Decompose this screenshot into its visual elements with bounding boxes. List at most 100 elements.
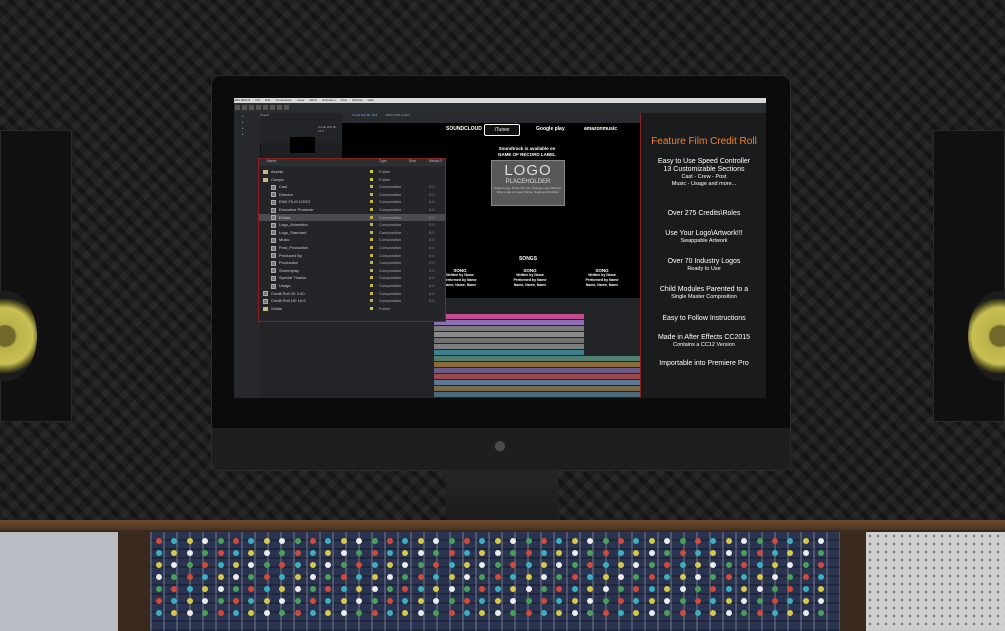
- logo-placeholder[interactable]: LOGO PLACEHOLDER Select Logo, Press Ctrl…: [491, 160, 565, 206]
- hand-tool-icon[interactable]: [242, 105, 247, 110]
- layer-duration-bar[interactable]: [434, 326, 584, 331]
- menu-item[interactable]: After Effects: [234, 98, 250, 102]
- label-color-swatch[interactable]: [370, 284, 373, 287]
- label-color-swatch[interactable]: [370, 268, 373, 272]
- menu-item[interactable]: Animation: [322, 98, 335, 102]
- layer-duration-bar[interactable]: [434, 368, 640, 373]
- console-knob: [479, 550, 486, 556]
- col-size[interactable]: Size: [409, 159, 416, 163]
- project-item[interactable]: Cast Composition 0:0: [259, 183, 445, 191]
- layer-duration-bar[interactable]: [434, 374, 640, 379]
- timeline-layer[interactable]: [260, 332, 460, 337]
- label-color-swatch[interactable]: [370, 261, 373, 265]
- zoom-tool-icon[interactable]: [249, 105, 254, 110]
- timeline-layer[interactable]: [260, 380, 460, 385]
- menu-item[interactable]: Help: [368, 98, 374, 102]
- timeline-layer[interactable]: [260, 392, 460, 397]
- console-knob: [787, 610, 794, 616]
- item-type: Composition: [379, 214, 402, 220]
- label-color-swatch[interactable]: [370, 253, 373, 257]
- project-item[interactable]: Extras Composition 0:0: [259, 213, 445, 222]
- label-color-swatch[interactable]: [370, 246, 373, 249]
- label-color-swatch[interactable]: [370, 177, 373, 181]
- project-item[interactable]: Credit Roll 2K 2:40 Composition 0:0: [259, 290, 445, 298]
- layer-duration-bar[interactable]: [434, 380, 640, 385]
- project-item[interactable]: Production Composition 0:0: [259, 259, 445, 267]
- comp-tab-bar: Credit Roll 8K 16:9 END FILM LOGO: [342, 113, 640, 123]
- project-item[interactable]: Comps Folder: [259, 176, 445, 184]
- col-type[interactable]: Type: [379, 159, 387, 163]
- label-color-swatch[interactable]: [370, 208, 373, 211]
- rotate-tool-icon[interactable]: [256, 105, 261, 110]
- timeline-layer[interactable]: [260, 374, 460, 379]
- project-item[interactable]: Logo_Animation Composition 0:0: [259, 221, 445, 229]
- layer-duration-bar[interactable]: [434, 344, 584, 349]
- project-item[interactable]: Screenplay Composition 0:0: [259, 267, 445, 275]
- project-item[interactable]: Executive Producer Composition 0:0: [259, 206, 445, 214]
- layer-duration-bar[interactable]: [434, 332, 584, 337]
- menu-item[interactable]: Layer: [297, 98, 305, 102]
- label-color-swatch[interactable]: [370, 238, 373, 242]
- label-color-swatch[interactable]: [370, 185, 373, 189]
- project-item[interactable]: Produced By Composition 0:0: [259, 252, 445, 260]
- menu-item[interactable]: Window: [352, 98, 363, 102]
- project-item[interactable]: Credit Roll HD 16:9 Composition 0:0: [259, 297, 445, 305]
- project-item[interactable]: Director Composition 0:0: [259, 191, 445, 199]
- label-color-swatch[interactable]: [370, 291, 373, 295]
- console-knob: [818, 562, 825, 568]
- col-media[interactable]: Media D: [429, 159, 442, 163]
- label-color-swatch[interactable]: [370, 215, 373, 219]
- timeline-layer[interactable]: [260, 362, 460, 367]
- timeline-layer[interactable]: [260, 338, 460, 343]
- layer-duration-bar[interactable]: [434, 362, 640, 367]
- col-name[interactable]: Name: [267, 159, 276, 163]
- project-item[interactable]: Usage Composition 0:0: [259, 282, 445, 290]
- label-color-swatch[interactable]: [370, 192, 373, 196]
- pen-tool-icon[interactable]: [270, 105, 275, 110]
- panel-row[interactable]: ▸: [234, 131, 260, 137]
- project-item[interactable]: Logo_Standard Composition 0:0: [259, 229, 445, 237]
- song-credit-text: Written by Name: [588, 273, 616, 277]
- menu-item[interactable]: View: [340, 98, 346, 102]
- menu-item[interactable]: Effect: [310, 98, 318, 102]
- timeline-layer[interactable]: [260, 350, 460, 355]
- layer-duration-bar[interactable]: [434, 392, 640, 397]
- tab-credit-roll[interactable]: Credit Roll 8K 16:9: [352, 113, 377, 117]
- project-item[interactable]: Solids Folder: [259, 305, 445, 313]
- console-knob: [541, 550, 547, 556]
- console-knob: [310, 574, 316, 580]
- timeline-layer[interactable]: [260, 368, 460, 373]
- menu-item[interactable]: Edit: [265, 98, 270, 102]
- camera-tool-icon[interactable]: [263, 105, 268, 110]
- layer-duration-bar[interactable]: [434, 356, 640, 361]
- project-item[interactable]: Special Thanks Composition 0:0: [259, 274, 445, 282]
- label-color-swatch[interactable]: [370, 200, 373, 204]
- text-tool-icon[interactable]: [277, 105, 282, 110]
- item-duration: 0:0: [429, 260, 435, 266]
- label-color-swatch[interactable]: [370, 276, 373, 280]
- menu-item[interactable]: Composition: [275, 98, 292, 102]
- label-color-swatch[interactable]: [370, 223, 373, 227]
- layer-duration-bar[interactable]: [434, 386, 640, 391]
- project-item[interactable]: Assets Folder: [259, 168, 445, 176]
- timeline-layer[interactable]: [260, 386, 460, 391]
- timeline-layer[interactable]: [260, 356, 460, 361]
- layer-duration-bar[interactable]: [434, 338, 584, 343]
- label-color-swatch[interactable]: [370, 306, 373, 310]
- layer-duration-bar[interactable]: [434, 320, 584, 325]
- brush-tool-icon[interactable]: [284, 105, 289, 110]
- layer-duration-bar[interactable]: [434, 314, 584, 319]
- selection-tool-icon[interactable]: [235, 105, 240, 110]
- menu-item[interactable]: File: [255, 98, 260, 102]
- timeline-layer[interactable]: [260, 326, 460, 331]
- project-item[interactable]: Post_Production Composition 0:0: [259, 244, 445, 252]
- label-color-swatch[interactable]: [370, 170, 373, 173]
- item-type: Composition: [379, 260, 402, 266]
- label-color-swatch[interactable]: [370, 299, 373, 303]
- timeline-layer[interactable]: [260, 344, 460, 349]
- label-color-swatch[interactable]: [370, 230, 373, 234]
- project-item[interactable]: Music Composition 0:0: [259, 236, 445, 244]
- layer-duration-bar[interactable]: [434, 350, 584, 355]
- tab-end-film-logo[interactable]: END FILM LOGO: [386, 113, 410, 117]
- project-item[interactable]: END FILM LOGO Composition 0:0: [259, 198, 445, 206]
